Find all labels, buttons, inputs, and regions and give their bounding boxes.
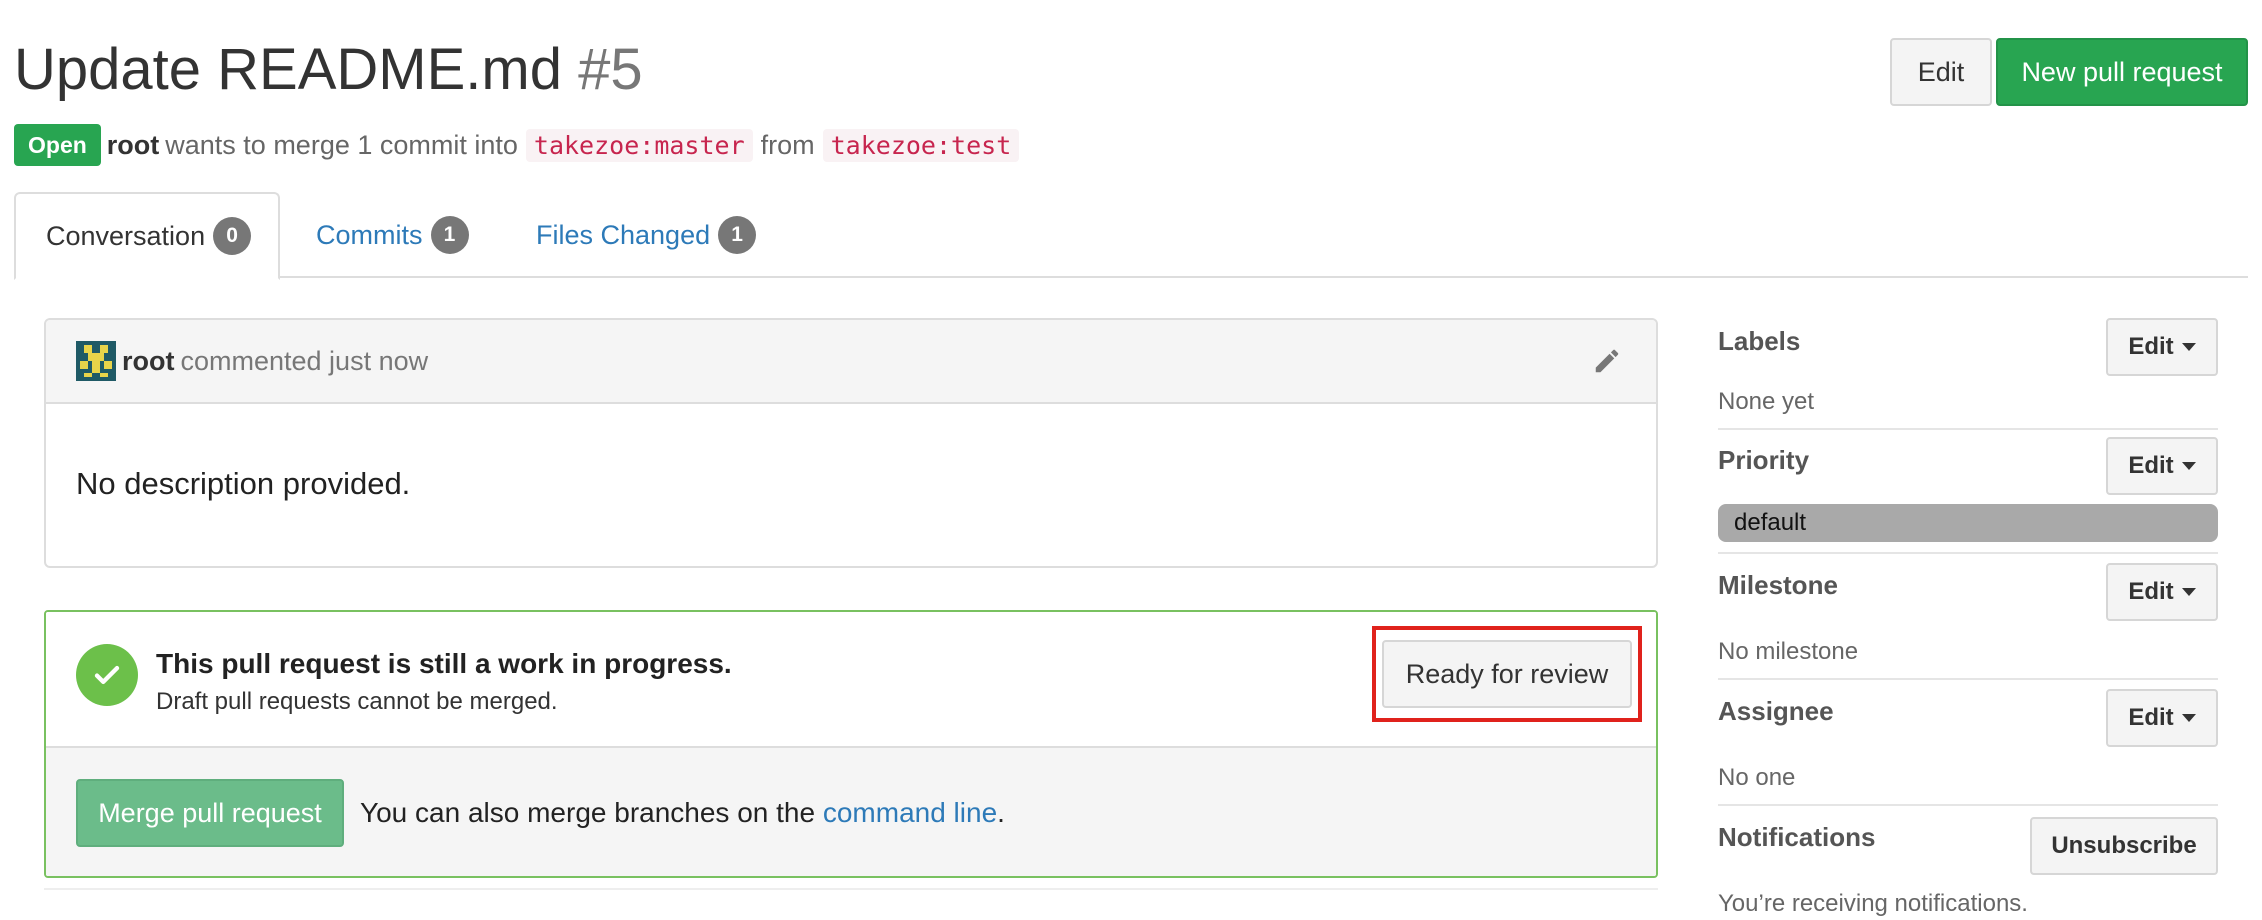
merge-actions: Merge pull request You can also merge br…: [46, 748, 1656, 876]
button-label: Edit: [2128, 578, 2174, 605]
comment-body: No description provided.: [76, 466, 411, 501]
from-text: from: [760, 129, 815, 160]
button-label: Edit: [2128, 333, 2174, 360]
edit-title-button[interactable]: Edit: [1890, 38, 1992, 106]
command-line-link[interactable]: command line: [823, 797, 997, 829]
caret-down-icon: [2181, 588, 2196, 596]
pr-title: Update README.md: [14, 37, 562, 102]
pencil-icon[interactable]: [1592, 346, 1622, 376]
caret-down-icon: [2181, 343, 2196, 351]
merge-text: wants to merge 1 commit into: [165, 129, 518, 160]
pr-tabs: Conversation 0 Commits 1 Files Changed 1: [14, 192, 2248, 280]
sidebar: Labels Edit None yet Priority Edit defau…: [1718, 318, 2218, 920]
tab-label: Conversation: [46, 220, 206, 251]
comment-meta: commented just now: [180, 345, 429, 376]
new-pull-request-button[interactable]: New pull request: [1996, 38, 2248, 106]
assignee-edit-button[interactable]: Edit: [2106, 689, 2218, 747]
divider: [44, 888, 1658, 890]
milestone-value: No milestone: [1718, 638, 1859, 665]
sidebar-notifications: Notifications Unsubscribe You’re receivi…: [1718, 806, 2218, 920]
tab-files-changed[interactable]: Files Changed 1: [536, 192, 757, 278]
priority-title: Priority: [1718, 445, 1810, 475]
header-actions: Edit New pull request: [1890, 38, 2248, 106]
button-label: Edit: [2128, 452, 2174, 479]
labels-title: Labels: [1718, 326, 1801, 356]
avatar[interactable]: [76, 341, 116, 381]
pr-number: #5: [578, 37, 643, 102]
tab-label: Files Changed: [536, 219, 711, 250]
page-title: Update README.md #5: [14, 34, 643, 106]
priority-badge: default: [1718, 504, 2218, 542]
ready-for-review-button[interactable]: Ready for review: [1382, 640, 1632, 708]
priority-edit-button[interactable]: Edit: [2106, 437, 2218, 495]
tab-count: 1: [430, 216, 469, 254]
wip-subtitle: Draft pull requests cannot be merged.: [156, 688, 558, 715]
merge-status: This pull request is still a work in pro…: [46, 612, 1656, 748]
wip-title: This pull request is still a work in pro…: [156, 648, 732, 679]
tab-count: 0: [213, 217, 252, 255]
milestone-edit-button[interactable]: Edit: [2106, 563, 2218, 621]
author-link[interactable]: root: [107, 130, 159, 161]
check-icon: [76, 644, 138, 706]
merge-box: This pull request is still a work in pro…: [44, 610, 1658, 878]
button-label: Edit: [2128, 704, 2174, 731]
merge-alt-text: You can also merge branches on the: [360, 797, 816, 828]
tab-conversation[interactable]: Conversation 0: [14, 192, 280, 280]
unsubscribe-button[interactable]: Unsubscribe: [2030, 817, 2218, 875]
merge-pull-request-button[interactable]: Merge pull request: [76, 779, 344, 847]
tab-commits[interactable]: Commits 1: [316, 192, 469, 278]
tab-count: 1: [718, 216, 757, 254]
caret-down-icon: [2181, 714, 2196, 722]
sidebar-milestone: Milestone Edit No milestone: [1718, 554, 2218, 680]
comment-box: root commented just now No description p…: [44, 318, 1658, 568]
head-branch[interactable]: takezoe:test: [822, 128, 1020, 162]
assignee-title: Assignee: [1718, 696, 1834, 726]
assignee-value: No one: [1718, 764, 1796, 791]
caret-down-icon: [2181, 462, 2196, 470]
notifications-title: Notifications: [1718, 822, 1876, 852]
sidebar-assignee: Assignee Edit No one: [1718, 680, 2218, 806]
status-badge: Open: [14, 124, 101, 166]
notifications-value: You’re receiving notifications.: [1718, 890, 2028, 917]
milestone-title: Milestone: [1718, 570, 1838, 600]
sidebar-labels: Labels Edit None yet: [1718, 318, 2218, 430]
comment-author[interactable]: root: [122, 346, 174, 377]
merge-alt-period: .: [997, 797, 1005, 828]
pr-status-line: Open root wants to merge 1 commit into t…: [14, 124, 1027, 166]
sidebar-priority: Priority Edit default: [1718, 430, 2218, 554]
base-branch[interactable]: takezoe:master: [525, 128, 753, 162]
labels-value: None yet: [1718, 388, 1815, 415]
labels-edit-button[interactable]: Edit: [2106, 318, 2218, 376]
tab-label: Commits: [316, 219, 423, 250]
comment-header: root commented just now: [46, 320, 1656, 404]
